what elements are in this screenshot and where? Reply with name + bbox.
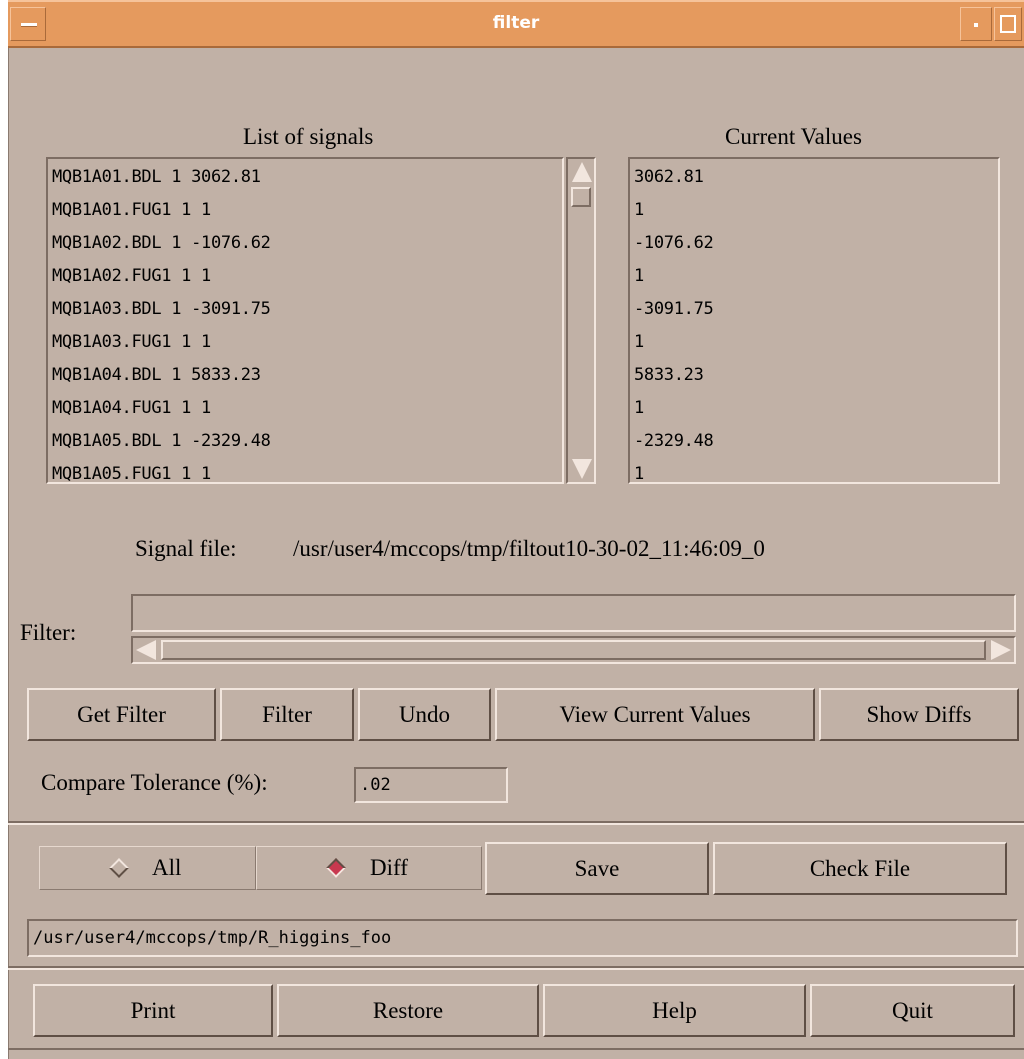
filter-input[interactable]	[131, 594, 1016, 632]
maximize-icon	[1000, 15, 1016, 33]
check-file-button[interactable]: Check File	[713, 842, 1007, 895]
list-item: 3062.81	[634, 167, 704, 187]
minimize-icon	[974, 23, 978, 27]
compare-tolerance-label: Compare Tolerance (%):	[41, 770, 268, 795]
undo-button[interactable]: Undo	[358, 688, 491, 741]
radio-diff[interactable]: Diff	[256, 846, 482, 890]
restore-button[interactable]: Restore	[277, 984, 539, 1037]
radio-selected-icon[interactable]	[326, 858, 346, 878]
list-item: -2329.48	[634, 431, 714, 451]
window-bottom-border	[8, 1048, 1024, 1050]
list-item[interactable]: MQB1A05.FUG1 1 1	[52, 464, 562, 482]
list-item: 1	[634, 200, 644, 220]
signals-list[interactable]: MQB1A01.BDL 1 3062.81 MQB1A01.FUG1 1 1 M…	[46, 157, 564, 484]
list-item[interactable]: MQB1A02.FUG1 1 1	[52, 266, 211, 286]
filter-scroll-thumb[interactable]	[161, 640, 986, 660]
scroll-right-arrow-icon[interactable]	[991, 640, 1011, 660]
compare-tolerance-input[interactable]: .02	[354, 767, 508, 803]
list-item[interactable]: MQB1A02.BDL 1 -1076.62	[52, 233, 271, 253]
filter-scrollbar[interactable]	[131, 636, 1016, 664]
minimize-button[interactable]	[960, 7, 992, 41]
filter-label: Filter:	[20, 620, 77, 645]
output-file-input[interactable]: /usr/user4/mccops/tmp/R_higgins_foo	[27, 919, 1018, 957]
signal-file-label: Signal file:	[135, 536, 237, 561]
help-button[interactable]: Help	[543, 984, 806, 1037]
list-item: 1	[634, 332, 644, 352]
list-item[interactable]: MQB1A04.BDL 1 5833.23	[52, 365, 261, 385]
maximize-button[interactable]	[994, 7, 1022, 41]
list-item[interactable]: MQB1A01.FUG1 1 1	[52, 200, 211, 220]
section-divider	[8, 821, 1024, 825]
signals-scrollbar[interactable]	[566, 157, 596, 484]
scroll-thumb[interactable]	[571, 187, 591, 207]
scroll-up-arrow-icon[interactable]	[572, 162, 592, 182]
filter-button[interactable]: Filter	[220, 688, 354, 741]
list-item[interactable]: MQB1A03.BDL 1 -3091.75	[52, 299, 271, 319]
list-item[interactable]: MQB1A04.FUG1 1 1	[52, 398, 211, 418]
list-item: 1	[634, 266, 644, 286]
scroll-down-arrow-icon[interactable]	[572, 459, 592, 479]
list-item[interactable]: MQB1A05.BDL 1 -2329.48	[52, 431, 271, 451]
list-item[interactable]: MQB1A01.BDL 1 3062.81	[52, 167, 261, 187]
radio-all-label: All	[152, 855, 182, 880]
radio-unselected-icon[interactable]	[109, 858, 129, 878]
scroll-left-arrow-icon[interactable]	[136, 640, 156, 660]
list-item: 1	[634, 464, 644, 484]
title-bar[interactable]: filter	[8, 0, 1024, 48]
list-item[interactable]: MQB1A03.FUG1 1 1	[52, 332, 211, 352]
view-current-values-button[interactable]: View Current Values	[495, 688, 815, 741]
radio-diff-label: Diff	[370, 855, 408, 880]
save-button[interactable]: Save	[485, 842, 709, 895]
signal-file-path: /usr/user4/mccops/tmp/filtout10-30-02_11…	[293, 536, 765, 561]
list-item: 5833.23	[634, 365, 704, 385]
show-diffs-button[interactable]: Show Diffs	[819, 688, 1019, 741]
radio-all[interactable]: All	[39, 846, 256, 890]
print-button[interactable]: Print	[33, 984, 273, 1037]
current-values-list[interactable]: 3062.81 1 -1076.62 1 -3091.75 1 5833.23 …	[628, 157, 1000, 484]
current-values-label: Current Values	[725, 124, 862, 149]
list-item: -1076.62	[634, 233, 714, 253]
list-item: 1	[634, 398, 644, 418]
get-filter-button[interactable]: Get Filter	[27, 688, 216, 741]
list-of-signals-label: List of signals	[243, 124, 374, 149]
section-divider	[8, 966, 1024, 970]
window-title: filter	[492, 13, 540, 33]
list-item: -3091.75	[634, 299, 714, 319]
quit-button[interactable]: Quit	[810, 984, 1015, 1037]
